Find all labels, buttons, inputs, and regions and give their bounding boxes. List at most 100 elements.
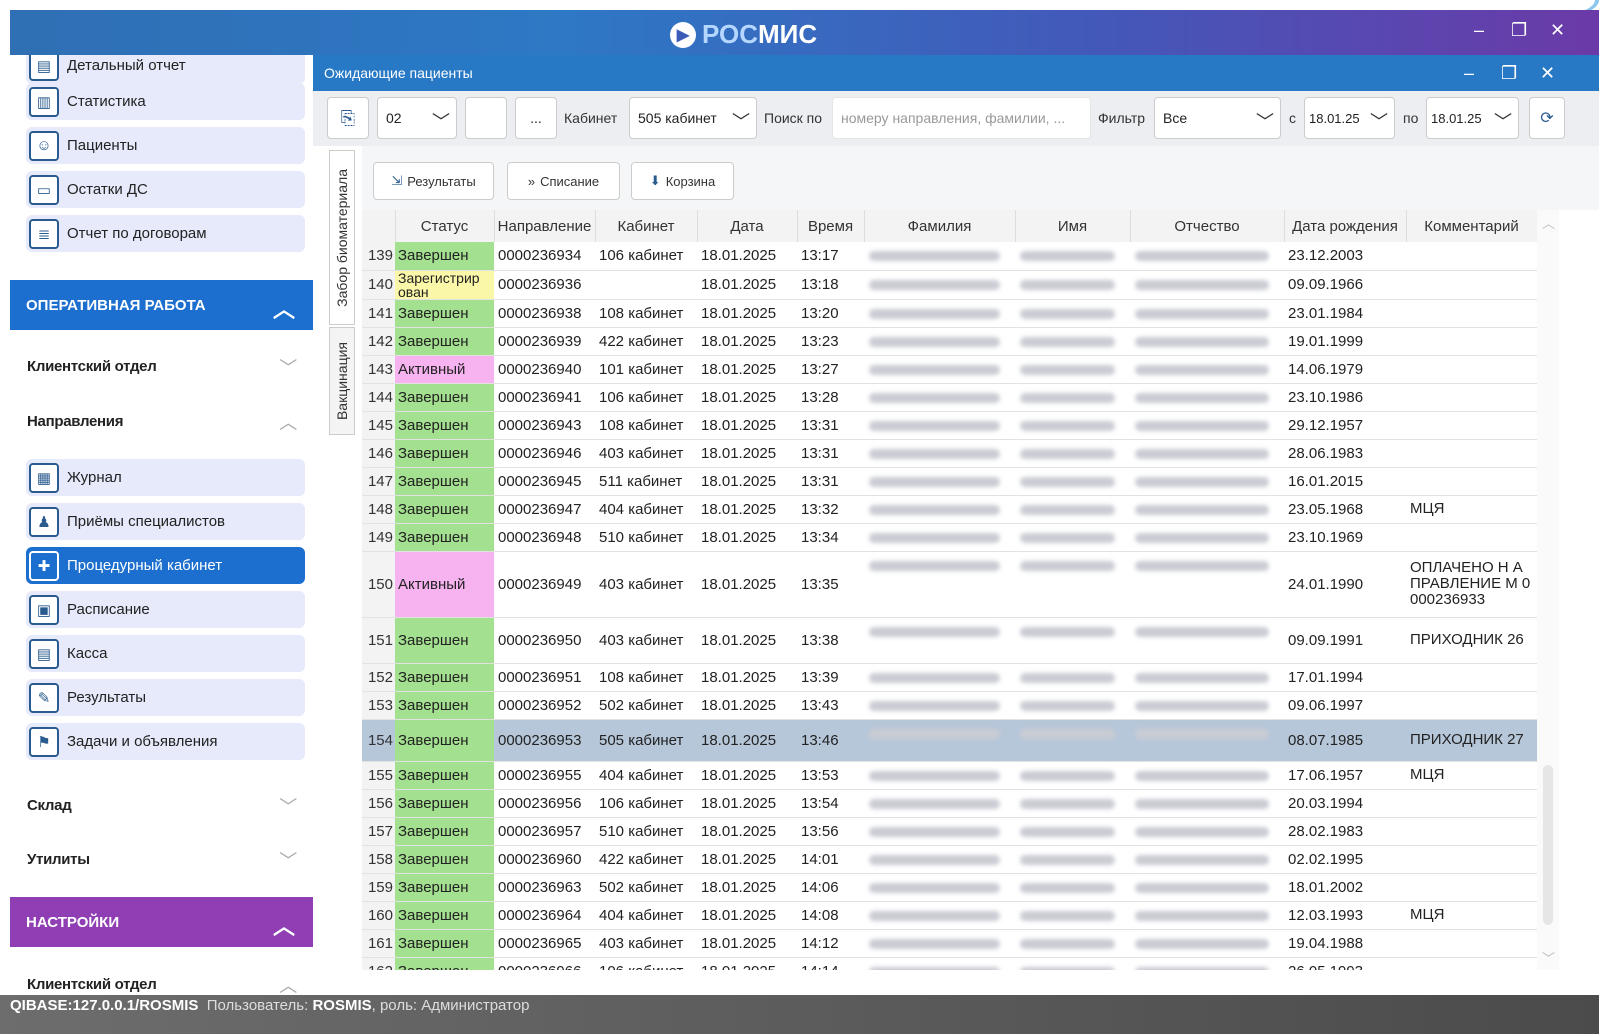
patronymic-cell: НИКОЛАЕВИЧ <box>1130 817 1284 846</box>
row-number: 139 <box>362 242 395 271</box>
table-row[interactable]: 159 Завершен 0000236963 502 кабинет 18.01.20… <box>362 873 1537 902</box>
table-row[interactable]: 155 Завершен 0000236955 404 кабинет 18.01.20… <box>362 761 1537 790</box>
status-cell: Активный <box>395 355 494 384</box>
sidebar-item-results[interactable]: ✎ Результаты <box>26 679 305 716</box>
group-storage[interactable]: Склад ﹀ <box>27 797 297 817</box>
sidebar-item-procedure-room[interactable]: ✚ Процедурный кабинет <box>26 547 305 584</box>
row-number: 162 <box>362 957 395 970</box>
tab-biomaterial[interactable]: Забор биоматериала <box>329 150 355 325</box>
tab-vaccination[interactable]: Вакцинация <box>329 327 355 435</box>
sidebar-item-detailed-report[interactable]: ▤ Детальный отчет <box>26 55 305 84</box>
basket-button[interactable]: ⬇ Корзина <box>631 162 734 200</box>
column-header[interactable]: Дата <box>697 210 798 242</box>
table-row[interactable]: 152 Завершен 0000236951 108 кабинет 18.01.20… <box>362 663 1537 692</box>
comment-cell <box>1406 523 1537 552</box>
cabinet-cell: 422 кабинет <box>595 327 697 356</box>
group-directions[interactable]: Направления ︿ <box>27 413 297 433</box>
section-operative[interactable]: ОПЕРАТИВНАЯ РАБОТА ︿ <box>10 280 313 330</box>
patronymic-cell: АНДРЕЕВНА <box>1130 663 1284 692</box>
row-number: 152 <box>362 663 395 692</box>
direction-cell: 0000236949 <box>494 551 595 618</box>
sidebar-item-journal[interactable]: ▦ Журнал <box>26 459 305 496</box>
scroll-down-icon[interactable]: ﹀ <box>1542 948 1555 967</box>
cabinet-cell: 404 кабинет <box>595 495 697 524</box>
column-header[interactable] <box>362 210 396 242</box>
table-row[interactable]: 158 Завершен 0000236960 422 кабинет 18.01.20… <box>362 845 1537 874</box>
cabinet-select[interactable]: 505 кабинет ﹀ <box>629 97 757 139</box>
sidebar-item-tasks[interactable]: ⚑ Задачи и объявления <box>26 723 305 760</box>
column-header[interactable]: Отчество <box>1130 210 1285 242</box>
sidebar-item-balances[interactable]: ▭ Остатки ДС <box>26 171 305 208</box>
patient-card-icon: ☺ <box>29 130 59 161</box>
close-button[interactable]: ✕ <box>1550 20 1565 41</box>
table-row[interactable]: 156 Завершен 0000236956 106 кабинет 18.01.20… <box>362 789 1537 818</box>
wallet-icon: ▭ <box>29 174 59 205</box>
procedure-icon: ✚ <box>29 550 59 581</box>
panel-close-button[interactable]: ✕ <box>1540 63 1555 84</box>
surname-cell: АЛЕКСЕЕВА <box>864 242 1015 271</box>
table-row[interactable]: 148 Завершен 0000236947 404 кабинет 18.01.20… <box>362 495 1537 524</box>
column-header[interactable]: Дата рождения <box>1284 210 1407 242</box>
surname-cell: ИГНАТОВА <box>864 495 1015 524</box>
table-row[interactable]: 153 Завершен 0000236952 502 кабинет 18.01.20… <box>362 691 1537 720</box>
table-row[interactable]: 161 Завершен 0000236965 403 кабинет 18.01.20… <box>362 929 1537 958</box>
sidebar-item-statistics[interactable]: ▥ Статистика <box>26 83 305 120</box>
table-row[interactable]: 144 Завершен 0000236941 106 кабинет 18.01.20… <box>362 383 1537 412</box>
clipboard-button[interactable]: ⎘ <box>327 97 369 139</box>
status-cell: Завершен <box>395 383 494 412</box>
sidebar-item-patients[interactable]: ☺ Пациенты <box>26 127 305 164</box>
column-header[interactable]: Фамилия <box>864 210 1016 242</box>
panel-restore-button[interactable]: ❐ <box>1501 63 1517 84</box>
ellipsis-button[interactable]: ... <box>515 97 557 139</box>
table-row[interactable]: 143 Активный 0000236940 101 кабинет 18.01.20… <box>362 355 1537 384</box>
group-client-dept[interactable]: Клиентский отдел ﹀ <box>27 358 297 378</box>
table-row[interactable]: 147 Завершен 0000236945 511 кабинет 18.01.20… <box>362 467 1537 496</box>
table-row[interactable]: 140 Зарегистрир ован 0000236936 18.01.2025 1… <box>362 270 1537 300</box>
sidebar-item-specialists[interactable]: ♟ Приёмы специалистов <box>26 503 305 540</box>
search-input[interactable]: номеру направления, фамилии, ... <box>832 97 1091 139</box>
date-from-select[interactable]: 18.01.25 ﹀ <box>1304 97 1395 139</box>
column-header[interactable]: Кабинет <box>595 210 698 242</box>
table-row[interactable]: 141 Завершен 0000236938 108 кабинет 18.01.20… <box>362 299 1537 328</box>
section-settings[interactable]: НАСТРОЙКИ ︿ <box>10 897 313 947</box>
filter-select[interactable]: Все ﹀ <box>1154 97 1281 139</box>
column-header[interactable]: Направление <box>494 210 596 242</box>
table-row[interactable]: 142 Завершен 0000236939 422 кабинет 18.01.20… <box>362 327 1537 356</box>
table-row[interactable]: 154 Завершен 0000236953 505 кабинет 18.01.20… <box>362 719 1537 762</box>
sidebar-item-cash[interactable]: ▤ Касса <box>26 635 305 672</box>
cabinet-cell: 108 кабинет <box>595 411 697 440</box>
results-button[interactable]: ⇲ Результаты <box>373 162 494 200</box>
column-header[interactable]: Статус <box>395 210 495 242</box>
group-client-dept-2[interactable]: Клиентский отдел ︿ <box>27 976 297 995</box>
table-row[interactable]: 139 Завершен 0000236934 106 кабинет 18.01.20… <box>362 242 1537 271</box>
writeoff-button[interactable]: » Списание <box>507 162 620 200</box>
table-row[interactable]: 151 Завершен 0000236950 403 кабинет 18.01.20… <box>362 617 1537 664</box>
time-cell: 13:31 <box>797 467 864 496</box>
row-number: 153 <box>362 691 395 720</box>
table-row[interactable]: 157 Завершен 0000236957 510 кабинет 18.01.20… <box>362 817 1537 846</box>
table-row[interactable]: 150 Активный 0000236949 403 кабинет 18.01.20… <box>362 551 1537 618</box>
scrollbar-thumb[interactable] <box>1543 765 1553 925</box>
refresh-button[interactable]: ⟳ <box>1529 97 1565 139</box>
scroll-up-icon[interactable]: ︿ <box>1542 213 1555 232</box>
date-to-select[interactable]: 18.01.25 ﹀ <box>1426 97 1519 139</box>
restore-button[interactable]: ❐ <box>1511 20 1527 41</box>
column-header[interactable]: Время <box>797 210 865 242</box>
group-utilities[interactable]: Утилиты ﹀ <box>27 851 297 871</box>
column-header[interactable]: Комментарий <box>1406 210 1537 242</box>
extra-input[interactable] <box>465 97 507 139</box>
sidebar-item-schedule[interactable]: ▣ Расписание <box>26 591 305 628</box>
column-header[interactable]: Имя <box>1015 210 1131 242</box>
search-label: Поиск по <box>764 110 823 126</box>
table-row[interactable]: 146 Завершен 0000236946 403 кабинет 18.01.20… <box>362 439 1537 468</box>
table-row[interactable]: 145 Завершен 0000236943 108 кабинет 18.01.20… <box>362 411 1537 440</box>
table-header: Статус Направление Кабинет Дата Время Фамилия… <box>362 210 1537 242</box>
table-row[interactable]: 149 Завершен 0000236948 510 кабинет 18.01.20… <box>362 523 1537 552</box>
table-row[interactable]: 160 Завершен 0000236964 404 кабинет 18.01.20… <box>362 901 1537 930</box>
sidebar-item-contracts-report[interactable]: ≣ Отчет по договорам <box>26 215 305 252</box>
table-row[interactable]: 162Завершен0000236966106 кабинет18.01.20… <box>362 957 1537 970</box>
code-select[interactable]: 02 ﹀ <box>377 97 457 139</box>
panel-minimize-button[interactable]: – <box>1464 63 1474 84</box>
table-scrollbar[interactable]: ︿ ﹀ <box>1537 210 1559 970</box>
minimize-button[interactable]: – <box>1474 20 1484 41</box>
